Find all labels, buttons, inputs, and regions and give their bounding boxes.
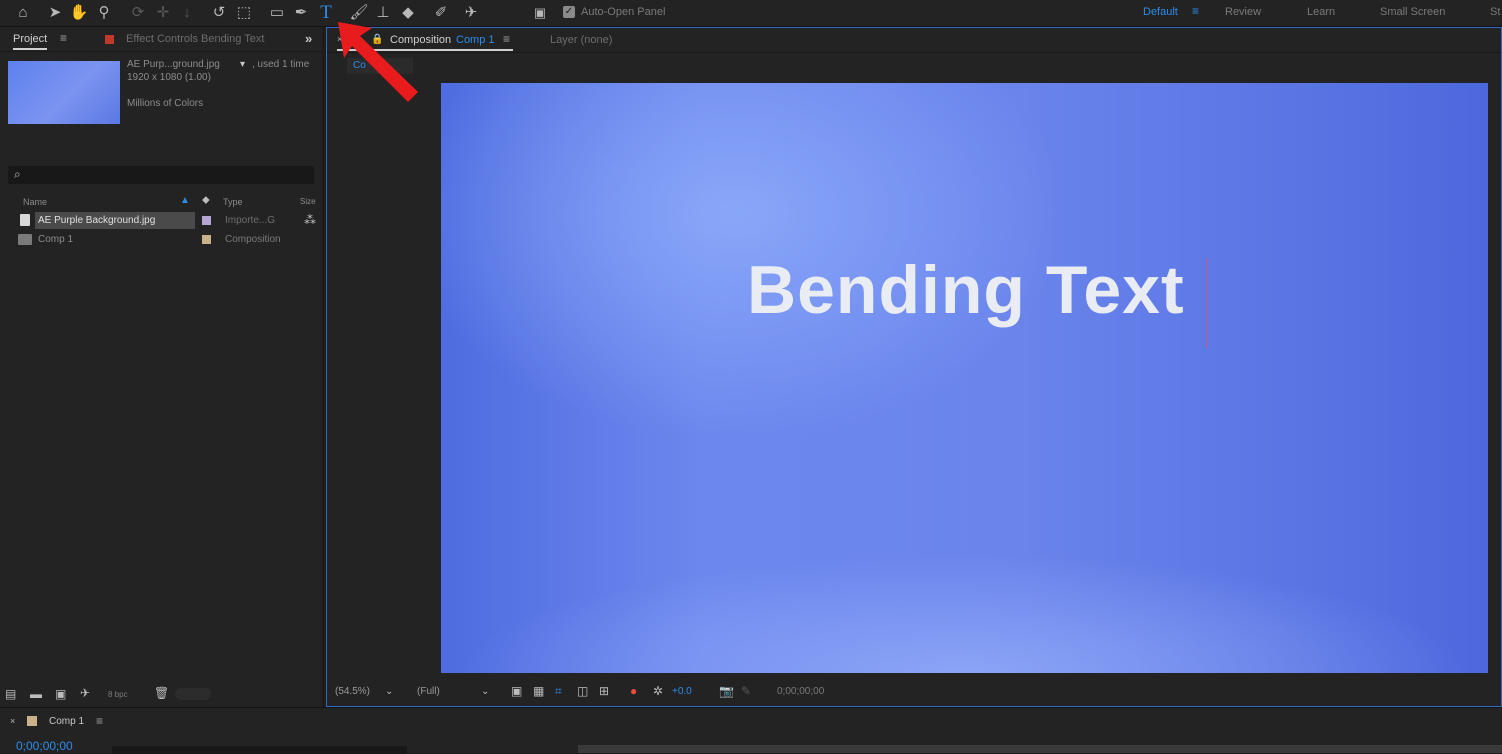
camera-icon[interactable]: 📷 [719, 684, 734, 698]
guides-icon[interactable]: ⊞ [599, 684, 609, 698]
flowchart-icon[interactable]: ⁂ [304, 213, 316, 227]
composition-tabs: × 🔒 Composition Comp 1 ≡ Layer (none) [327, 28, 1501, 53]
timeline-timecode[interactable]: 0;00;00;00 [16, 739, 73, 753]
channels-icon[interactable]: ● [630, 684, 637, 698]
timeline-search-input[interactable] [112, 746, 407, 754]
new-composition-icon[interactable]: ▣ [55, 687, 66, 701]
preview-dimensions: 1920 x 1080 (1.00) [127, 72, 211, 83]
workspace-standard[interactable]: St [1490, 6, 1500, 18]
sort-ascending-icon[interactable]: ▲ [180, 195, 190, 206]
tab-effect-controls[interactable]: Effect Controls Bending Text [126, 33, 264, 45]
render-queue-icon[interactable]: ✈ [80, 686, 90, 700]
orbit-camera-icon[interactable]: ⟳ [127, 2, 149, 24]
panel-menu-icon[interactable]: ≡ [60, 31, 67, 45]
search-icon: ⌕ [14, 167, 21, 181]
dolly-camera-icon[interactable]: ↓ [176, 2, 198, 24]
item-name: AE Purple Background.jpg [38, 215, 156, 226]
zoom-tool-icon[interactable]: ⚲ [93, 2, 115, 24]
interpret-footage-icon[interactable]: ▤ [5, 687, 16, 701]
table-row[interactable]: Comp 1 Composition [0, 230, 322, 249]
roto-brush-icon[interactable]: ✐ [430, 2, 452, 24]
show-snapshot-icon[interactable]: ✎ [741, 684, 751, 698]
project-footer: ▤ ▬ ▣ ✈ 8 bpc 🗑 [0, 681, 322, 707]
item-type: Composition [225, 234, 281, 245]
panel-menu-icon[interactable]: ≡ [96, 714, 103, 728]
preview-file-name: AE Purp...ground.jpg [127, 59, 220, 70]
column-name[interactable]: Name [23, 197, 47, 207]
auto-open-checkbox[interactable]: ✓ [563, 6, 575, 18]
close-icon[interactable]: × [10, 716, 15, 726]
column-size[interactable]: Size [300, 197, 316, 206]
tab-timeline-comp[interactable]: Comp 1 [49, 716, 84, 727]
preview-colors: Millions of Colors [127, 98, 204, 109]
transparency-grid-icon[interactable]: ▦ [533, 684, 544, 698]
snapping-icon[interactable]: ▣ [529, 2, 551, 24]
preview-used-count: , used 1 time [252, 59, 310, 70]
tools-toolbar: ⌂ ➤ ✋ ⚲ ⟳ ✛ ↓ ↺ ⬚ ▭ ✒ T 🖌 ⊥ ◆ ✐ ✈ ▣ ✓ Au… [0, 0, 1502, 27]
effect-controls-lock-icon [105, 35, 114, 44]
label-swatch[interactable] [202, 216, 211, 225]
rectangle-tool-icon[interactable]: ▭ [266, 2, 288, 24]
fast-previews-icon[interactable]: ▣ [511, 684, 522, 698]
home-icon[interactable]: ⌂ [12, 2, 34, 24]
label-swatch[interactable] [202, 235, 211, 244]
rotation-tool-icon[interactable]: ↺ [208, 2, 230, 24]
project-panel: Project ≡ Effect Controls Bending Text »… [0, 27, 322, 707]
pen-tool-icon[interactable]: ✒ [290, 2, 312, 24]
column-type[interactable]: Type [223, 197, 243, 207]
image-file-icon [20, 214, 30, 226]
item-type: Importe...G [225, 215, 276, 226]
panel-menu-icon[interactable]: ≡ [503, 32, 510, 46]
exposure-reset-icon[interactable]: ✲ [653, 684, 663, 698]
composition-canvas[interactable]: Bending Text [441, 83, 1488, 673]
current-time[interactable]: 0;00;00;00 [777, 686, 824, 697]
item-name: Comp 1 [38, 234, 74, 245]
zoom-level[interactable]: (54.5%) [335, 686, 370, 697]
resolution-select[interactable]: (Full) [417, 686, 440, 697]
pan-behind-tool-icon[interactable]: ⬚ [233, 2, 255, 24]
composition-label-swatch [27, 716, 37, 726]
chevron-down-icon[interactable]: ⌄ [385, 686, 393, 697]
workspace-default[interactable]: Default [1143, 6, 1178, 18]
auto-open-panel-label: Auto-Open Panel [581, 6, 666, 18]
hand-tool-icon[interactable]: ✋ [68, 2, 90, 24]
label-column-icon[interactable]: ⬥ [202, 194, 210, 207]
footer-slider[interactable] [175, 688, 211, 700]
workspace-learn[interactable]: Learn [1307, 6, 1335, 18]
selection-tool-icon[interactable]: ➤ [44, 2, 66, 24]
region-of-interest-icon[interactable]: ◫ [577, 684, 588, 698]
tab-project[interactable]: Project [13, 33, 48, 50]
text-cursor [1207, 258, 1208, 348]
workspace-menu-icon[interactable]: ≡ [1192, 4, 1199, 18]
canvas-text-layer[interactable]: Bending Text [747, 251, 1185, 329]
pan-camera-icon[interactable]: ✛ [152, 2, 174, 24]
puppet-pin-icon[interactable]: ✈ [460, 2, 482, 24]
exposure-value[interactable]: +0.0 [672, 686, 692, 697]
type-tool-icon[interactable]: T [315, 2, 337, 24]
project-search-input[interactable]: ⌕ [8, 166, 314, 184]
panel-overflow-icon[interactable]: » [305, 31, 312, 46]
tab-layer[interactable]: Layer (none) [550, 34, 612, 46]
new-folder-icon[interactable]: ▬ [30, 687, 42, 701]
composition-viewer-controls: (54.5%) ⌄ (Full) ⌄ ▣ ▦ ⌗ ◫ ⊞ ● ✲ +0.0 📷 … [327, 680, 1501, 705]
bit-depth-label[interactable]: 8 bpc [108, 690, 128, 699]
tab-composition-name[interactable]: Comp 1 [456, 34, 495, 46]
chevron-down-icon[interactable]: ⌄ [481, 686, 489, 697]
project-tabs: Project ≡ Effect Controls Bending Text » [0, 27, 322, 52]
preview-thumbnail [8, 61, 120, 124]
timeline-panel: × Comp 1 ≡ 0;00;00;00 [0, 707, 1502, 754]
chevron-down-icon[interactable]: ▾ [240, 59, 245, 70]
mask-visibility-icon[interactable]: ⌗ [555, 684, 562, 699]
workspace-review[interactable]: Review [1225, 6, 1261, 18]
composition-icon [18, 234, 32, 245]
workspace-small-screen[interactable]: Small Screen [1380, 6, 1445, 18]
trash-icon[interactable]: 🗑 [154, 686, 169, 700]
table-row[interactable]: AE Purple Background.jpg Importe...G ⁂ [0, 211, 322, 230]
annotation-arrow-icon [338, 22, 418, 102]
